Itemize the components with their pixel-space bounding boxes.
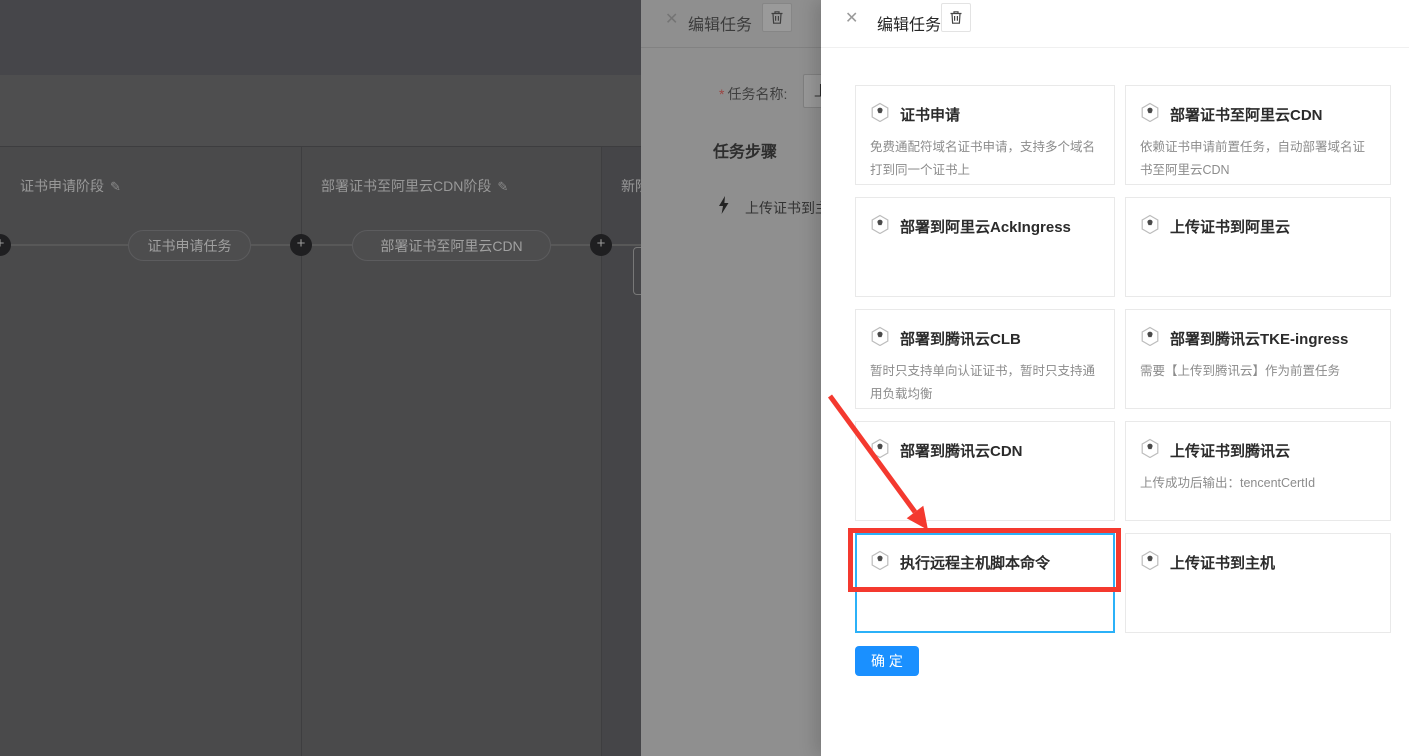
hexagon-task-icon <box>870 550 890 575</box>
trash-icon <box>949 10 963 25</box>
delete-task-button[interactable] <box>941 3 971 32</box>
hexagon-task-icon <box>1140 102 1160 127</box>
add-stage-button[interactable]: + <box>590 234 612 256</box>
task-type-card[interactable]: 部署到腾讯云CDN <box>855 421 1115 521</box>
add-stage-button[interactable]: + <box>290 234 312 256</box>
stage-title-text: 证书申请阶段 <box>20 178 104 194</box>
task-type-card[interactable]: 上传证书到阿里云 <box>1125 197 1391 297</box>
task-type-card[interactable]: 证书申请 免费通配符域名证书申请，支持多个域名打到同一个证书上 <box>855 85 1115 185</box>
connector-line <box>251 244 291 246</box>
connector-line <box>551 244 591 246</box>
task-type-title: 证书申请 <box>900 104 960 125</box>
lightning-icon <box>717 196 730 219</box>
stage-title-2: 部署证书至阿里云CDN阶段 ✎ <box>321 176 508 196</box>
task-name-label: *任务名称: <box>719 84 787 104</box>
stage-title-1: 证书申请阶段 ✎ <box>20 176 121 196</box>
delete-task-button[interactable] <box>762 3 792 32</box>
confirm-button[interactable]: 确 定 <box>855 646 919 676</box>
task-type-card-selected[interactable]: 执行远程主机脚本命令 <box>855 533 1115 633</box>
drawer-title: 编辑任务 <box>877 11 941 35</box>
pipeline-task-pill[interactable]: 证书申请任务 <box>128 230 251 261</box>
task-type-card[interactable]: 上传证书到腾讯云 上传成功后输出：tencentCertId <box>1125 421 1391 521</box>
task-type-title: 部署到阿里云AckIngress <box>900 216 1071 237</box>
hexagon-task-icon <box>870 102 890 127</box>
edit-task-drawer-front: ✕ 编辑任务 证书申请 免费通配符域名证书申请，支持多个域名打到同一个证书上 部… <box>821 0 1409 756</box>
required-asterisk: * <box>719 86 724 102</box>
task-type-title: 部署到腾讯云CDN <box>900 440 1023 461</box>
hexagon-task-icon <box>1140 326 1160 351</box>
task-type-title: 上传证书到主机 <box>1170 552 1275 573</box>
connector-line <box>612 244 641 246</box>
drawer-header: ✕ 编辑任务 <box>821 0 1409 48</box>
edit-pencil-icon[interactable]: ✎ <box>110 179 121 194</box>
close-icon[interactable]: ✕ <box>845 8 858 28</box>
task-type-desc: 免费通配符域名证书申请，支持多个域名打到同一个证书上 <box>870 136 1100 181</box>
task-type-title: 部署到腾讯云CLB <box>900 328 1021 349</box>
task-type-title: 上传证书到阿里云 <box>1170 216 1290 237</box>
task-type-desc: 需要【上传到腾讯云】作为前置任务 <box>1140 360 1376 383</box>
task-type-grid: 证书申请 免费通配符域名证书申请，支持多个域名打到同一个证书上 部署证书至阿里云… <box>855 85 1391 633</box>
hexagon-task-icon <box>1140 550 1160 575</box>
task-type-card[interactable]: 部署到阿里云AckIngress <box>855 197 1115 297</box>
hexagon-task-icon <box>1140 438 1160 463</box>
task-type-card[interactable]: 部署到腾讯云TKE-ingress 需要【上传到腾讯云】作为前置任务 <box>1125 309 1391 409</box>
connector-line <box>10 244 128 246</box>
task-type-title: 部署到腾讯云TKE-ingress <box>1170 328 1348 349</box>
hexagon-task-icon <box>870 214 890 239</box>
task-type-desc: 依赖证书申请前置任务，自动部署域名证书至阿里云CDN <box>1140 136 1376 181</box>
stage-title-text: 部署证书至阿里云CDN阶段 <box>321 178 491 194</box>
hexagon-task-icon <box>870 438 890 463</box>
edit-pencil-icon[interactable]: ✎ <box>497 179 508 194</box>
close-icon[interactable]: ✕ <box>665 9 678 29</box>
task-type-desc: 暂时只支持单向认证证书，暂时只支持通用负载均衡 <box>870 360 1100 405</box>
pipeline-task-pill[interactable]: 部署证书至阿里云CDN <box>352 230 551 261</box>
task-type-desc: 上传成功后输出：tencentCertId <box>1140 472 1376 495</box>
hexagon-task-icon <box>870 326 890 351</box>
trash-icon <box>770 10 784 25</box>
task-type-card[interactable]: 部署证书至阿里云CDN 依赖证书申请前置任务，自动部署域名证书至阿里云CDN <box>1125 85 1391 185</box>
hexagon-task-icon <box>1140 214 1160 239</box>
task-type-title: 部署证书至阿里云CDN <box>1170 104 1323 125</box>
connector-line <box>312 244 352 246</box>
task-steps-heading: 任务步骤 <box>713 138 777 162</box>
task-type-card[interactable]: 部署到腾讯云CLB 暂时只支持单向认证证书，暂时只支持通用负载均衡 <box>855 309 1115 409</box>
task-type-card[interactable]: 上传证书到主机 <box>1125 533 1391 633</box>
task-type-title: 上传证书到腾讯云 <box>1170 440 1290 461</box>
drawer-title: 编辑任务 <box>688 11 752 35</box>
task-type-title: 执行远程主机脚本命令 <box>900 552 1050 573</box>
